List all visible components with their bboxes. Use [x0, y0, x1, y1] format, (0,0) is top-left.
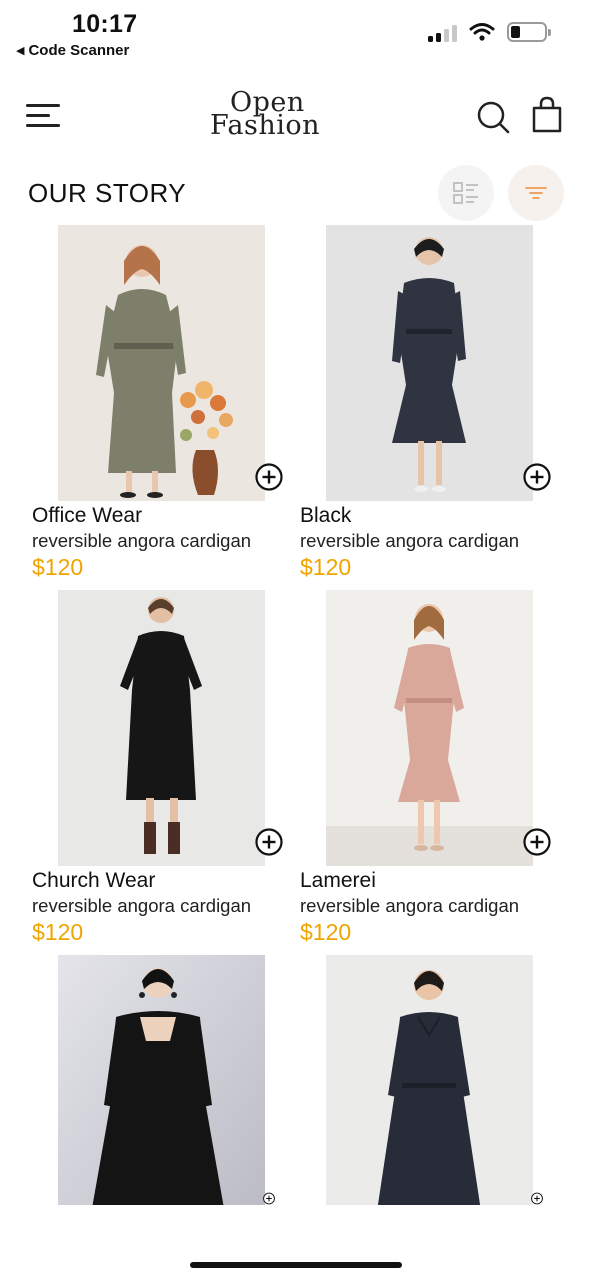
- product-image[interactable]: [326, 225, 533, 501]
- home-indicator[interactable]: [190, 1262, 402, 1268]
- product-name[interactable]: Office Wear: [32, 504, 142, 528]
- brand-logo[interactable]: Open Fashion: [210, 89, 330, 141]
- add-to-cart-icon[interactable]: [254, 462, 284, 492]
- product-image[interactable]: [58, 225, 265, 501]
- product-description: reversible angora cardigan: [32, 895, 252, 916]
- product-name[interactable]: Church Wear: [32, 869, 155, 893]
- section-title: OUR STORY: [28, 178, 187, 208]
- list-view-icon: [453, 182, 478, 204]
- product-card[interactable]: Lamerei reversible angora cardigan $120: [300, 590, 568, 950]
- back-app-label: Code Scanner: [28, 42, 130, 59]
- product-name[interactable]: Lamerei: [300, 869, 376, 893]
- add-to-cart-icon[interactable]: [522, 1192, 552, 1205]
- status-time: 10:17: [72, 10, 138, 38]
- filter-icon: [525, 187, 547, 199]
- battery-icon: [507, 22, 551, 42]
- product-image[interactable]: [58, 955, 265, 1205]
- product-card[interactable]: [32, 955, 300, 1205]
- add-to-cart-icon[interactable]: [254, 827, 284, 857]
- product-name[interactable]: Black: [300, 504, 351, 528]
- search-icon[interactable]: [476, 100, 510, 134]
- logo-line-2: Fashion: [210, 109, 321, 141]
- product-description: reversible angora cardigan: [300, 895, 520, 916]
- back-to-app-link[interactable]: ◀ Code Scanner: [16, 42, 129, 59]
- filter-button[interactable]: [508, 165, 564, 221]
- wifi-icon: [469, 23, 495, 41]
- add-to-cart-icon[interactable]: [522, 462, 552, 492]
- product-price: $120: [300, 554, 352, 580]
- product-card[interactable]: [300, 955, 568, 1205]
- product-card[interactable]: Black reversible angora cardigan $120: [300, 225, 568, 585]
- product-card[interactable]: Church Wear reversible angora cardigan $…: [32, 590, 300, 950]
- menu-icon[interactable]: [26, 104, 62, 130]
- product-image[interactable]: [326, 955, 533, 1205]
- signal-icon: [428, 22, 457, 42]
- app-header: Open Fashion: [0, 80, 591, 150]
- product-price: $120: [32, 554, 84, 580]
- product-price: $120: [32, 919, 84, 945]
- product-description: reversible angora cardigan: [32, 530, 252, 551]
- status-icons: [428, 22, 551, 42]
- product-description: reversible angora cardigan: [300, 530, 520, 551]
- status-bar: 10:17 ◀ Code Scanner: [0, 0, 591, 70]
- product-grid: Office Wear reversible angora cardigan $…: [0, 225, 591, 1205]
- product-image[interactable]: [326, 590, 533, 866]
- product-card[interactable]: Office Wear reversible angora cardigan $…: [32, 225, 300, 585]
- view-toggle-button[interactable]: [438, 165, 494, 221]
- shopping-bag-icon[interactable]: [530, 96, 564, 134]
- add-to-cart-icon[interactable]: [254, 1192, 284, 1205]
- product-price: $120: [300, 919, 352, 945]
- back-caret-icon: ◀: [16, 45, 25, 57]
- add-to-cart-icon[interactable]: [522, 827, 552, 857]
- product-image[interactable]: [58, 590, 265, 866]
